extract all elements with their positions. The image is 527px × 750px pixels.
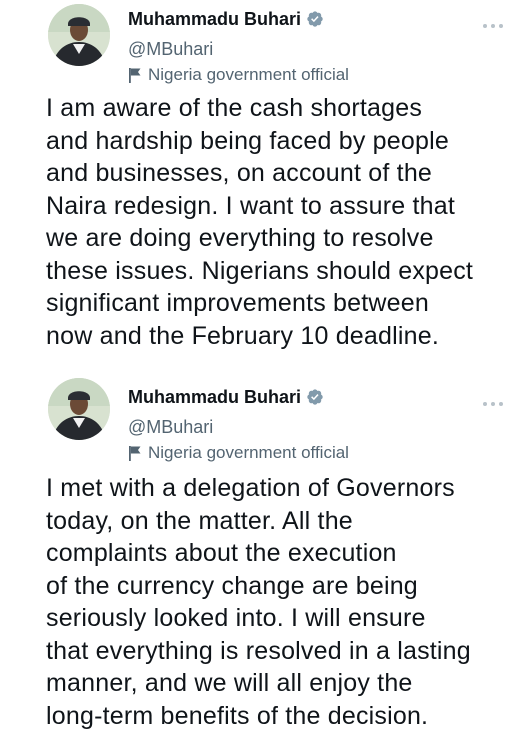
tweet-text-line: seriously looked into. I will ensure	[46, 604, 426, 632]
tweet-text-line: and hardship being faced by people	[46, 126, 449, 155]
tweet-text-line: we are doing everything to resolve	[46, 224, 434, 252]
flag-icon	[128, 67, 142, 83]
tweet[interactable]: Muhammadu Buhari @MBuhari Nigeria govern…	[0, 0, 527, 372]
tweet-text-line: of the currency change are being	[46, 571, 418, 600]
tweet-text-line: I am aware of the cash shortages	[46, 94, 423, 122]
government-label[interactable]: Nigeria government official	[128, 64, 349, 86]
tweet[interactable]: Muhammadu Buhari @MBuhari Nigeria govern…	[0, 372, 527, 750]
tweet-text-line: complaints about the execution	[46, 539, 397, 567]
tweet-text: I met with a delegation of Governors tod…	[46, 472, 521, 732]
tweet-text-line: long-term benefits of the decision.	[46, 701, 429, 730]
verified-badge-icon	[306, 388, 324, 406]
handle[interactable]: @MBuhari	[128, 38, 213, 60]
tweet-text-line: significant improvements between	[46, 289, 429, 317]
government-label-text: Nigeria government official	[148, 65, 349, 84]
author-name-row: Muhammadu Buhari	[128, 8, 324, 30]
handle[interactable]: @MBuhari	[128, 416, 213, 438]
government-label-text: Nigeria government official	[148, 443, 349, 462]
more-options-icon[interactable]	[481, 400, 505, 408]
avatar[interactable]	[48, 378, 110, 440]
display-name[interactable]: Muhammadu Buhari	[128, 386, 301, 408]
tweet-text-line: and businesses, on account of the	[46, 159, 433, 187]
more-options-icon[interactable]	[481, 22, 505, 30]
government-label[interactable]: Nigeria government official	[128, 442, 349, 464]
tweet-text-line: now and the February 10 deadline.	[46, 321, 439, 350]
verified-badge-icon	[306, 10, 324, 28]
author-name-row: Muhammadu Buhari	[128, 386, 324, 408]
tweet-text-line: manner, and we will all enjoy the	[46, 669, 413, 697]
tweet-text-line: I met with a delegation of Governors	[46, 474, 455, 502]
flag-icon	[128, 445, 142, 461]
tweet-text: I am aware of the cash shortages and har…	[46, 92, 521, 352]
avatar[interactable]	[48, 4, 110, 66]
display-name[interactable]: Muhammadu Buhari	[128, 8, 301, 30]
tweet-text-line: Naira redesign. I want to assure that	[46, 191, 455, 220]
tweet-text-line: these issues. Nigerians should expect	[46, 256, 474, 285]
tweet-text-line: today, on the matter. All the	[46, 506, 353, 535]
tweet-text-line: that everything is resolved in a lasting	[46, 636, 471, 665]
